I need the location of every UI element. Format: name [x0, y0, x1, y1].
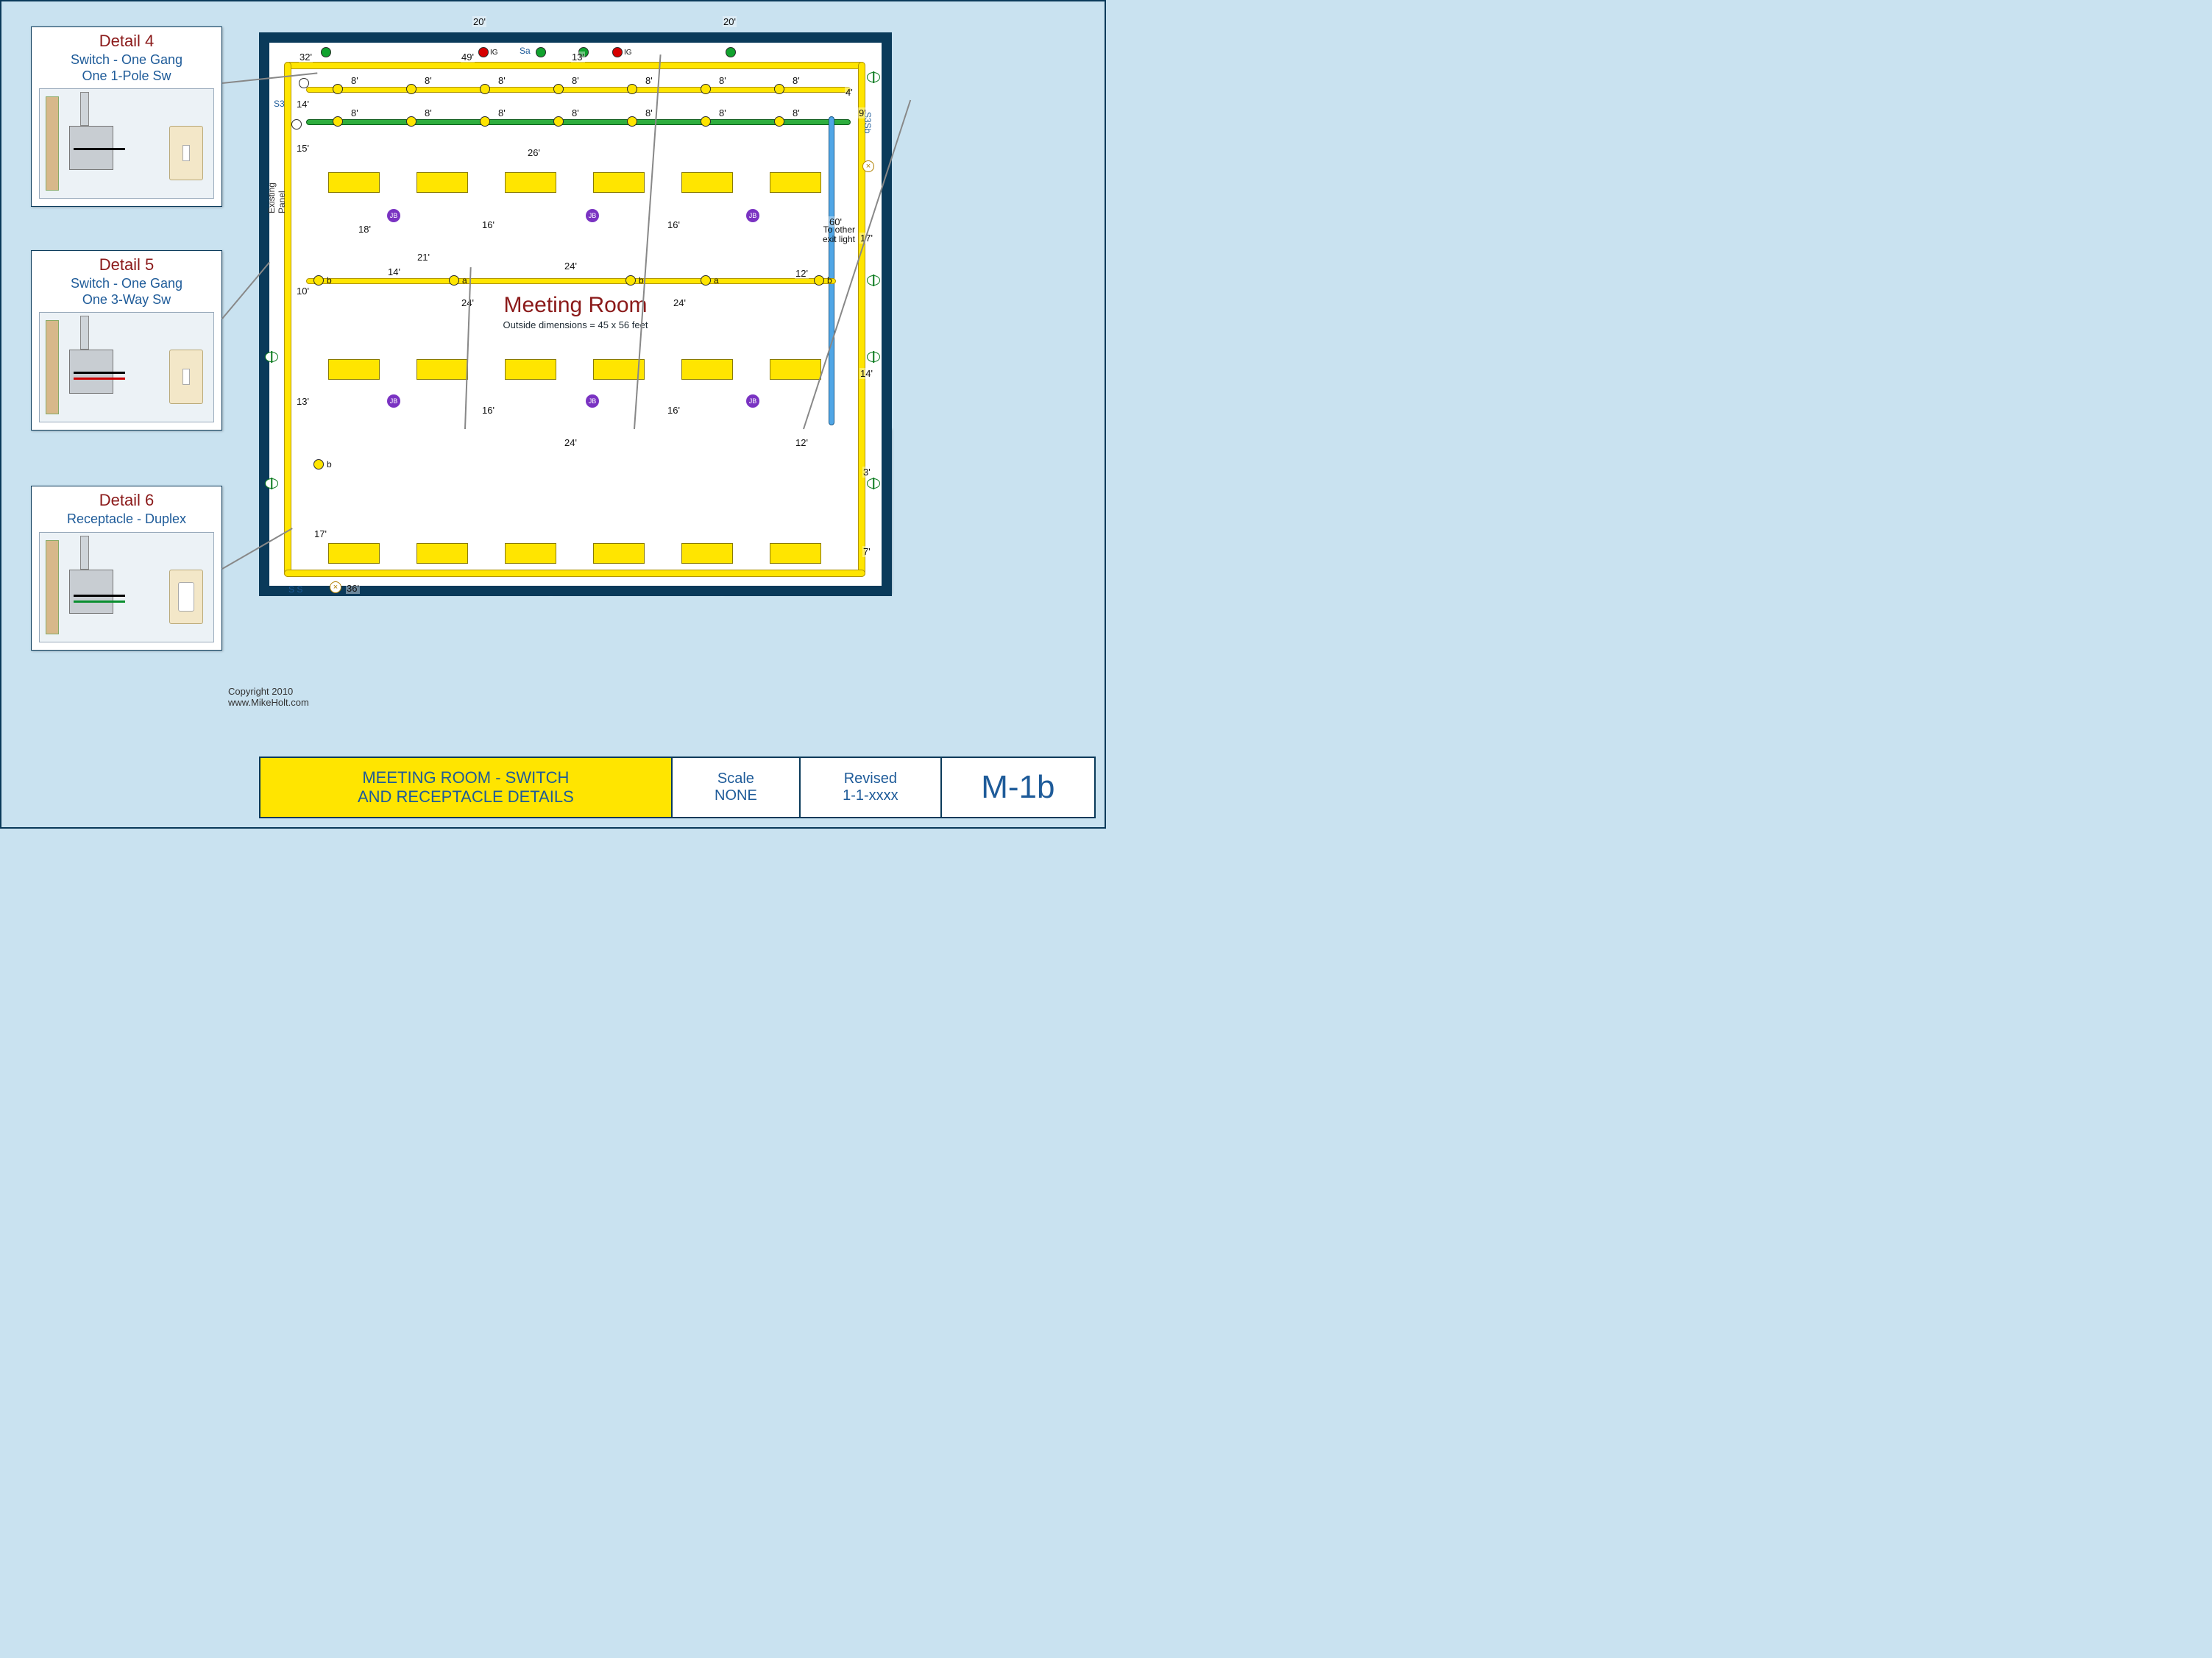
exit-light-icon: × [862, 160, 874, 172]
title-block: MEETING ROOM - SWITCH AND RECEPTACLE DET… [259, 757, 1096, 818]
switch-sa-label: Sa [520, 46, 531, 56]
title-block-scale: Scale NONE [673, 758, 801, 817]
detail-6-figure [39, 532, 214, 642]
title-block-main: MEETING ROOM - SWITCH AND RECEPTACLE DET… [260, 758, 673, 817]
jb-icon: JB [387, 394, 400, 408]
switch-s3-label: S3 [274, 99, 285, 109]
detail-4-sub: Switch - One Gang One 1-Pole Sw [39, 52, 214, 84]
detail-6-card: Detail 6 Receptacle - Duplex [31, 486, 222, 651]
exit-light-note: To otherexit light [823, 225, 855, 244]
detail-6-title: Detail 6 [39, 491, 214, 510]
jb-icon: JB [586, 209, 599, 222]
switch-ss-label: S S [288, 584, 302, 595]
ig-receptacle-icon [478, 47, 489, 57]
jb-icon: JB [746, 394, 759, 408]
detail-5-figure [39, 312, 214, 422]
detail-5-title: Detail 5 [39, 255, 214, 274]
existing-panel-label: ExistingPanel [266, 183, 287, 213]
title-block-revised: Revised 1-1-xxxx [801, 758, 942, 817]
jb-icon: JB [746, 209, 759, 222]
floorplan: JB JB JB JB JB JB IG IG Sa S3 S3Sb S S b… [259, 32, 892, 596]
detail-4-title: Detail 4 [39, 32, 214, 51]
ig-receptacle-icon [612, 47, 623, 57]
exit-light-icon: × [330, 581, 341, 593]
detail-5-sub: Switch - One Gang One 3-Way Sw [39, 276, 214, 308]
jb-icon: JB [586, 394, 599, 408]
jb-icon: JB [387, 209, 400, 222]
detail-4-card: Detail 4 Switch - One Gang One 1-Pole Sw [31, 26, 222, 207]
detail-4-figure [39, 88, 214, 199]
detail-5-card: Detail 5 Switch - One Gang One 3-Way Sw [31, 250, 222, 431]
copyright: Copyright 2010 www.MikeHolt.com [228, 686, 309, 708]
room-title: Meeting Room Outside dimensions = 45 x 5… [503, 293, 648, 330]
title-block-sheet: M-1b [942, 758, 1094, 817]
detail-6-sub: Receptacle - Duplex [39, 511, 214, 528]
